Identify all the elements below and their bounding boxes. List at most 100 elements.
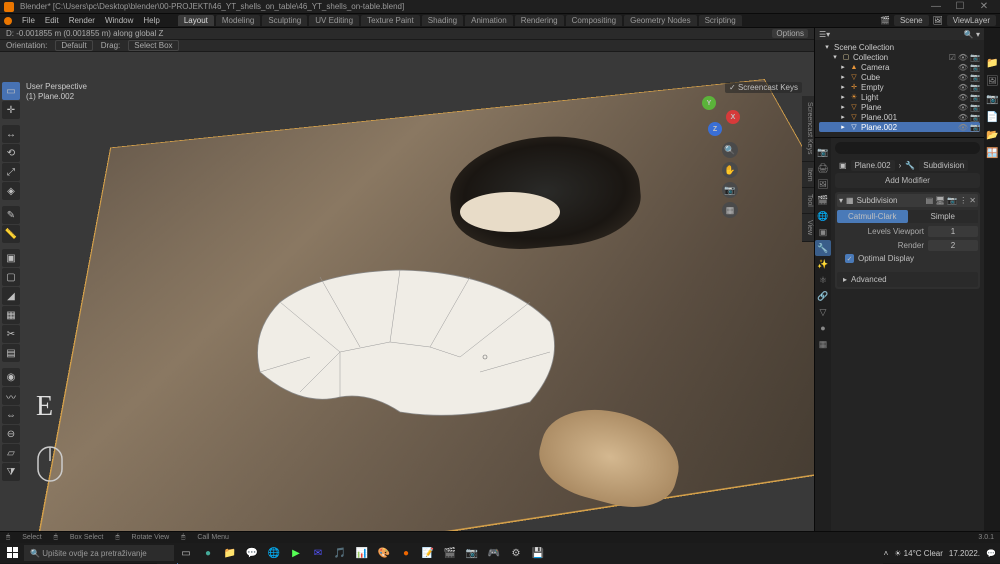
render-icon[interactable]: 📷: [970, 83, 980, 92]
window-icon[interactable]: 🪟: [986, 148, 998, 160]
taskbar-app-7[interactable]: 🎵: [330, 545, 350, 561]
taskbar-app-11[interactable]: 📝: [418, 545, 438, 561]
tool-rip[interactable]: ⧩: [2, 463, 20, 481]
tool-annotate[interactable]: ✎: [2, 206, 20, 224]
eye-icon[interactable]: 👁: [958, 63, 968, 72]
tool-smooth[interactable]: 〰: [2, 387, 20, 405]
eye-icon[interactable]: 👁: [958, 73, 968, 82]
drag-dropdown[interactable]: Select Box: [128, 40, 178, 51]
tab-catmull-clark[interactable]: Catmull-Clark: [837, 210, 908, 223]
tab-compositing[interactable]: Compositing: [566, 15, 622, 26]
tab-geonodes[interactable]: Geometry Nodes: [624, 15, 696, 26]
eye-icon[interactable]: 👁: [958, 123, 968, 132]
eye-icon[interactable]: 👁: [958, 53, 968, 62]
3d-viewport[interactable]: D: -0.001855 m (0.001855 m) along global…: [0, 28, 814, 543]
crumb-object[interactable]: Plane.002: [851, 160, 895, 171]
taskbar-app-10[interactable]: ●: [396, 545, 416, 561]
taskbar-app-6[interactable]: ✉: [308, 545, 328, 561]
tool-slide[interactable]: ⇔: [2, 406, 20, 424]
persp-icon[interactable]: ▦: [722, 202, 738, 218]
viewlayer-selector[interactable]: ViewLayer: [947, 15, 996, 26]
menu-edit[interactable]: Edit: [45, 16, 59, 25]
f-icon[interactable]: 📁: [986, 58, 998, 70]
render-icon[interactable]: 📷: [970, 63, 980, 72]
outliner[interactable]: ☰▾ 🔍 ▾ ▾ Scene Collection ▾ ▢ Collection…: [815, 28, 984, 138]
tab-uv[interactable]: UV Editing: [309, 15, 359, 26]
outliner-item-cube[interactable]: ▸▽Cube👁📷: [819, 72, 980, 82]
menu-file[interactable]: File: [22, 16, 35, 25]
tab-scripting[interactable]: Scripting: [699, 15, 742, 26]
taskbar-app-13[interactable]: 📷: [462, 545, 482, 561]
render-icon[interactable]: 📷: [970, 53, 980, 62]
menu-render[interactable]: Render: [69, 16, 95, 25]
orientation-dropdown[interactable]: Default: [55, 40, 92, 51]
start-button[interactable]: [4, 545, 22, 561]
crumb-modifier[interactable]: Subdivision: [919, 160, 968, 171]
outliner-scene-collection[interactable]: ▾ Scene Collection: [819, 42, 980, 52]
eye-icon[interactable]: 👁: [958, 93, 968, 102]
tool-select-box[interactable]: ▭: [2, 82, 20, 100]
outliner-item-empty[interactable]: ▸✛Empty👁📷: [819, 82, 980, 92]
render-levels-input[interactable]: 2: [928, 240, 978, 251]
eye-icon[interactable]: 👁: [958, 83, 968, 92]
minimize-button[interactable]: —: [924, 1, 948, 12]
taskbar-search[interactable]: 🔍 Upišite ovdje za pretraživanje: [24, 545, 174, 561]
taskbar-app-14[interactable]: 🎮: [484, 545, 504, 561]
maximize-button[interactable]: ☐: [948, 1, 972, 12]
modifier-name[interactable]: Subdivision: [857, 196, 898, 205]
taskbar-app-3[interactable]: 💬: [242, 545, 262, 561]
tab-rendering[interactable]: Rendering: [515, 15, 564, 26]
tool-inset[interactable]: ▢: [2, 268, 20, 286]
menu-help[interactable]: Help: [143, 16, 159, 25]
tab-animation[interactable]: Animation: [465, 15, 513, 26]
tool-measure[interactable]: 📏: [2, 225, 20, 243]
props-tab-particles[interactable]: ✨: [815, 256, 831, 272]
advanced-section[interactable]: ▸ Advanced: [837, 272, 978, 287]
tool-bevel[interactable]: ◢: [2, 287, 20, 305]
outliner-item-plane001[interactable]: ▸▽Plane.001👁📷: [819, 112, 980, 122]
render-icon[interactable]: 📷: [970, 113, 980, 122]
mod-editmode-icon[interactable]: ▤: [926, 196, 934, 205]
sidebar-tab-tool[interactable]: Tool: [802, 188, 814, 214]
levels-viewport-input[interactable]: 1: [928, 226, 978, 237]
tool-cursor[interactable]: ✛: [2, 101, 20, 119]
notification-icon[interactable]: 💬: [986, 549, 996, 558]
sidebar-tab-screencast[interactable]: Screencast Keys: [802, 96, 814, 162]
outliner-filter-icon[interactable]: 🔍 ▾: [964, 30, 980, 39]
mod-dropdown-icon[interactable]: ⋮: [959, 196, 967, 205]
optimal-display-checkbox[interactable]: ✓ Optimal Display: [837, 251, 978, 266]
render-icon[interactable]: 📷: [970, 103, 980, 112]
props-tab-modifiers[interactable]: 🔧: [815, 240, 831, 256]
file-icon[interactable]: 📄: [986, 112, 998, 124]
eye-icon[interactable]: 👁: [958, 113, 968, 122]
tray-date[interactable]: 17.2022.: [949, 549, 980, 558]
checkbox-icon[interactable]: ☑: [949, 53, 956, 62]
render-icon[interactable]: 📷: [970, 93, 980, 102]
outliner-type-icon[interactable]: ☰▾: [819, 30, 830, 39]
tool-spin[interactable]: ◉: [2, 368, 20, 386]
props-tab-world[interactable]: 🌐: [815, 208, 831, 224]
tool-extrude[interactable]: ▣: [2, 249, 20, 267]
options-button[interactable]: Options: [772, 29, 808, 38]
modifier-header[interactable]: ▾ ▦ Subdivision ▤ 🖥 📷 ⋮ ✕: [837, 194, 978, 207]
tool-polybuild[interactable]: ▤: [2, 344, 20, 362]
props-tab-material[interactable]: ●: [815, 320, 831, 336]
taskbar-app-4[interactable]: 🌐: [264, 545, 284, 561]
mod-close-icon[interactable]: ✕: [969, 196, 976, 205]
props-tab-data[interactable]: ▽: [815, 304, 831, 320]
tool-transform[interactable]: ◈: [2, 182, 20, 200]
tool-scale[interactable]: ⤢: [2, 163, 20, 181]
taskbar-app-5[interactable]: ▶: [286, 545, 306, 561]
scene-selector[interactable]: Scene: [894, 15, 929, 26]
taskbar-app-2[interactable]: 📁: [220, 545, 240, 561]
tool-shear[interactable]: ▱: [2, 444, 20, 462]
props-tab-constraints[interactable]: 🔗: [815, 288, 831, 304]
menu-window[interactable]: Window: [105, 16, 133, 25]
taskbar-app-16[interactable]: 💾: [528, 545, 548, 561]
zoom-icon[interactable]: 🔍: [722, 142, 738, 158]
mod-realtime-icon[interactable]: 🖥: [935, 196, 945, 205]
props-tab-physics[interactable]: ⚛: [815, 272, 831, 288]
img-icon[interactable]: 🖼: [986, 76, 998, 88]
outliner-item-light[interactable]: ▸☀Light👁📷: [819, 92, 980, 102]
outliner-item-plane002[interactable]: ▸▽Plane.002👁📷: [819, 122, 980, 132]
